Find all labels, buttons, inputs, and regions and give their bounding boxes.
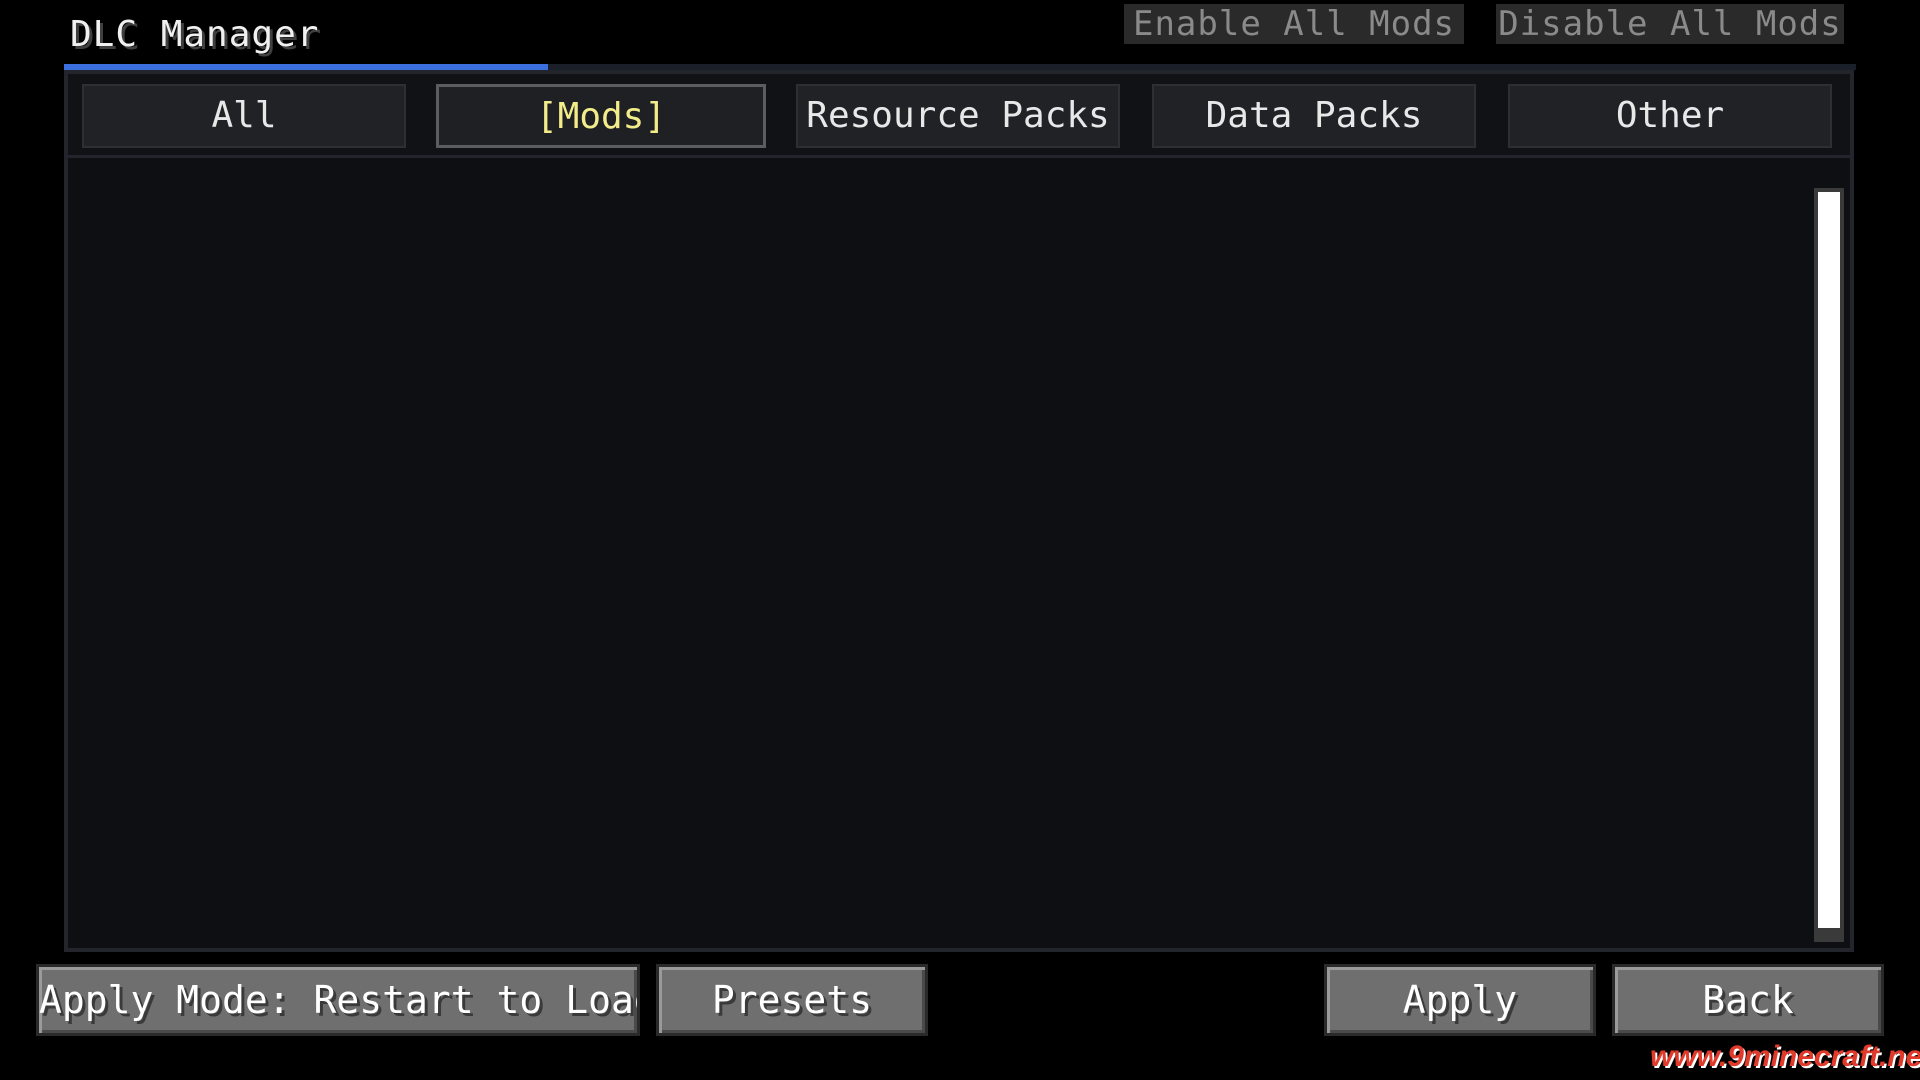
apply-mode-button[interactable]: Apply Mode: Restart to Load <box>36 964 640 1036</box>
page-title: DLC Manager <box>70 14 320 55</box>
category-tab-bar: All [Mods] Resource Packs Data Packs Oth… <box>68 74 1850 158</box>
dlc-manager-screen: DLC Manager Enable All Mods Disable All … <box>0 0 1920 1080</box>
tab-other[interactable]: Other <box>1508 84 1832 148</box>
tab-data-packs[interactable]: Data Packs <box>1152 84 1476 148</box>
mod-list[interactable] <box>68 158 1850 948</box>
disable-all-mods-button[interactable]: Disable All Mods <box>1496 4 1844 44</box>
tab-resource-packs[interactable]: Resource Packs <box>796 84 1120 148</box>
list-scrollbar-thumb[interactable] <box>1818 192 1840 928</box>
apply-button[interactable]: Apply <box>1324 964 1596 1036</box>
enable-all-mods-button[interactable]: Enable All Mods <box>1124 4 1464 44</box>
site-watermark: www.9minecraft.net <box>1650 1040 1920 1073</box>
dlc-panel: All [Mods] Resource Packs Data Packs Oth… <box>64 70 1854 952</box>
tab-all[interactable]: All <box>82 84 406 148</box>
tab-mods[interactable]: [Mods] <box>436 84 766 148</box>
presets-button[interactable]: Presets <box>656 964 928 1036</box>
back-button[interactable]: Back <box>1612 964 1884 1036</box>
